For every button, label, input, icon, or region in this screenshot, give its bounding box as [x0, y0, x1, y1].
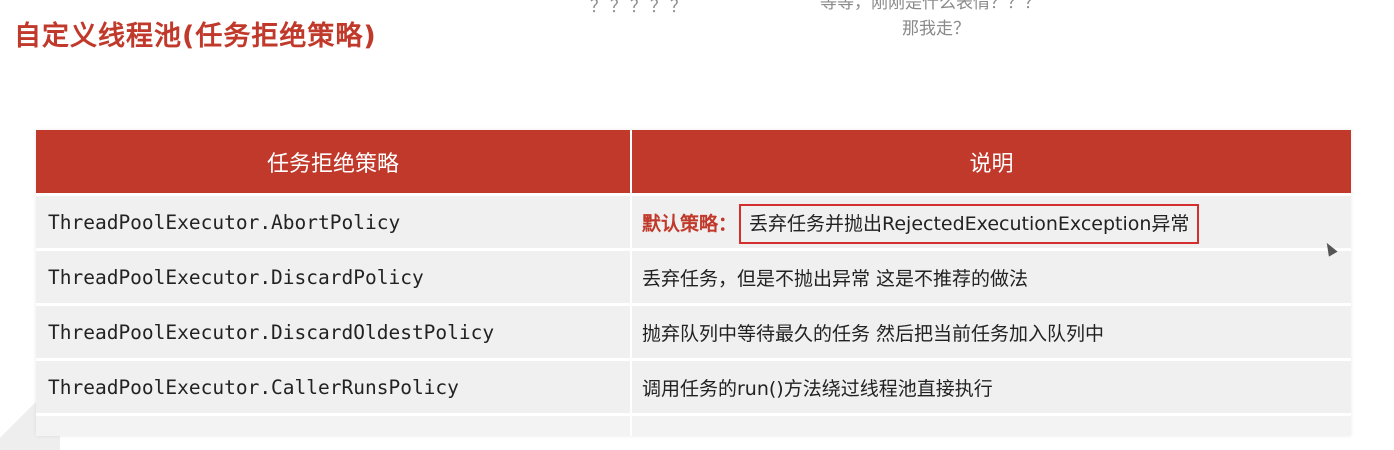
- highlighted-description: 丢弃任务并抛出RejectedExecutionException异常: [739, 203, 1200, 244]
- policy-description: 抛弃队列中等待最久的任务 然后把当前任务加入队列中: [632, 303, 1351, 358]
- danmaku-comment: 等等，刚刚是什么表情？？？: [820, 0, 1041, 13]
- policy-description: 调用任务的run()方法绕过线程池直接执行: [632, 358, 1351, 413]
- policy-description: 丢弃任务，但是不抛出异常 这是不推荐的做法: [632, 248, 1351, 303]
- policy-name: ThreadPoolExecutor.DiscardPolicy: [36, 248, 632, 303]
- danmaku-comment: 那我走？: [902, 19, 970, 39]
- table-header-row: 任务拒绝策略 说明: [36, 130, 1351, 193]
- danmaku-comment: ？？？？？: [590, 0, 690, 17]
- empty-cell: [36, 413, 632, 436]
- table-row: ThreadPoolExecutor.DiscardOldestPolicy 抛…: [36, 303, 1351, 358]
- table-row: ThreadPoolExecutor.DiscardPolicy 丢弃任务，但是…: [36, 248, 1351, 303]
- table-row-empty: [36, 413, 1351, 436]
- policy-name: ThreadPoolExecutor.AbortPolicy: [36, 193, 632, 248]
- rejection-policy-table: 任务拒绝策略 说明 ThreadPoolExecutor.AbortPolicy…: [36, 130, 1351, 436]
- empty-cell: [632, 413, 1351, 436]
- policy-name: ThreadPoolExecutor.CallerRunsPolicy: [36, 358, 632, 413]
- header-policy: 任务拒绝策略: [36, 130, 632, 193]
- slide-title: 自定义线程池(任务拒绝策略): [14, 21, 377, 52]
- table-row: ThreadPoolExecutor.CallerRunsPolicy 调用任务…: [36, 358, 1351, 413]
- policy-name: ThreadPoolExecutor.DiscardOldestPolicy: [36, 303, 632, 358]
- header-description: 说明: [632, 130, 1351, 193]
- table-row: ThreadPoolExecutor.AbortPolicy 默认策略： 丢弃任务…: [36, 193, 1351, 248]
- default-strategy-label: 默认策略：: [642, 212, 738, 235]
- policy-description: 默认策略： 丢弃任务并抛出RejectedExecutionException异常: [632, 193, 1351, 248]
